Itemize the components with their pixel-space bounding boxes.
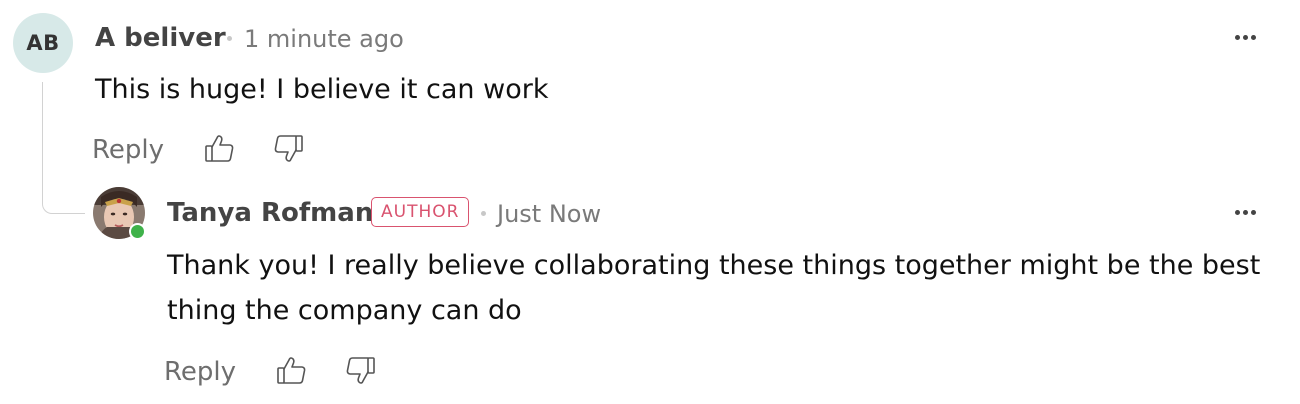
downvote-button[interactable] [343,353,377,387]
thumbs-down-icon [346,357,375,384]
separator-dot [227,36,232,41]
separator-dot [481,211,486,216]
thumbs-up-icon [205,135,234,162]
ellipsis-horizontal-icon [1235,35,1240,40]
comment-text: This is huge! I believe it can work [95,74,549,105]
comment-author[interactable]: Tanya Rofman [167,198,373,228]
downvote-button[interactable] [271,131,305,165]
upvote-button[interactable] [275,354,309,388]
avatar-initials: AB [26,31,60,55]
more-options-button[interactable] [1231,31,1260,44]
comment-timestamp[interactable]: Just Now [497,199,601,229]
thread-connector-line [42,82,85,214]
avatar[interactable]: AB [13,13,73,73]
more-options-button[interactable] [1231,206,1260,219]
thumbs-up-icon [277,357,306,384]
reply-button[interactable]: Reply [164,357,236,387]
upvote-button[interactable] [203,132,237,166]
comment-author[interactable]: A beliver [95,23,226,53]
thumbs-down-icon [274,135,303,162]
online-status-indicator [129,223,146,240]
author-badge: AUTHOR [371,197,470,227]
reply-button[interactable]: Reply [92,135,164,165]
ellipsis-horizontal-icon [1235,210,1240,215]
comment-text: Thank you! I really believe collaboratin… [167,250,1261,326]
comment-timestamp[interactable]: 1 minute ago [244,24,404,54]
